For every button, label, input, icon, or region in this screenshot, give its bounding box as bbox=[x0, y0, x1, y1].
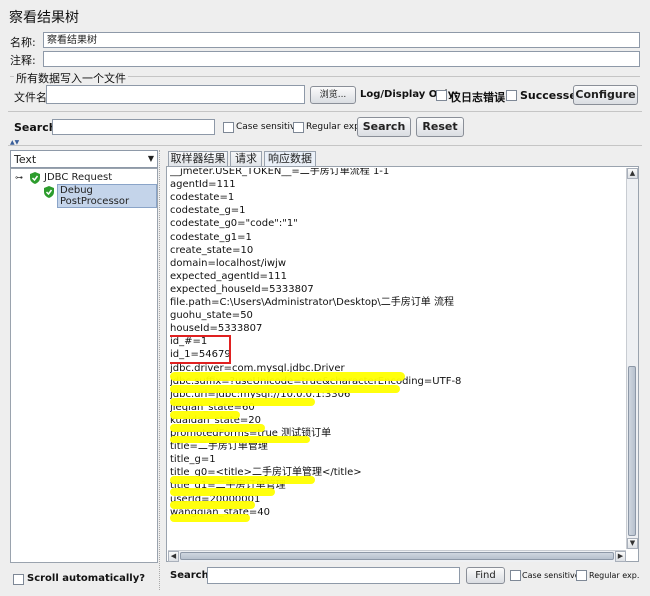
errors-only-label: 仅日志错误 bbox=[450, 91, 505, 104]
response-line: codestate=1 bbox=[170, 192, 235, 204]
redaction-mark bbox=[170, 488, 275, 496]
redaction-mark bbox=[170, 501, 255, 509]
redaction-mark bbox=[170, 372, 405, 381]
annotation-box bbox=[170, 335, 231, 364]
comment-field[interactable] bbox=[43, 51, 640, 67]
renderer-select-value: Text bbox=[14, 153, 37, 166]
response-line: agentId=111 bbox=[170, 179, 236, 191]
redaction-mark bbox=[170, 476, 315, 484]
response-line: codestate_g1=1 bbox=[170, 231, 252, 243]
response-line: codestate_g=1 bbox=[170, 205, 246, 217]
vertical-scrollbar[interactable]: ▲ ▼ bbox=[626, 168, 638, 549]
tree-item-debug-postprocessor[interactable]: Debug PostProcessor bbox=[57, 184, 157, 208]
comment-label: 注释: bbox=[10, 54, 36, 67]
redaction-mark bbox=[170, 424, 265, 432]
response-line: title_g=1 bbox=[170, 454, 216, 466]
renderer-select[interactable]: Text ▼ bbox=[10, 150, 158, 168]
tab-sampler-result[interactable]: 取样器结果 bbox=[168, 151, 228, 167]
section-divider bbox=[8, 111, 642, 112]
redaction-mark bbox=[170, 514, 250, 522]
scroll-right-icon[interactable]: ▶ bbox=[615, 551, 626, 562]
redaction-mark bbox=[170, 398, 315, 406]
split-pane-divider[interactable] bbox=[159, 150, 164, 590]
response-line: domain=localhost/iwjw bbox=[170, 257, 287, 269]
scroll-auto-checkbox[interactable] bbox=[13, 574, 24, 585]
redaction-mark bbox=[170, 385, 400, 393]
name-label: 名称: bbox=[10, 36, 36, 49]
configure-button[interactable]: Configure bbox=[573, 85, 638, 105]
bottom-case-sensitive-checkbox[interactable] bbox=[510, 570, 521, 581]
response-data-area[interactable]: __jmeter.USER_TOKEN__=二手房订单流程 1-1 agentId… bbox=[170, 168, 625, 548]
response-line: file.path=C:\Users\Administrator\Desktop… bbox=[170, 297, 454, 308]
filename-label: 文件名 bbox=[14, 91, 47, 104]
response-line: __jmeter.USER_TOKEN__=二手房订单流程 1-1 bbox=[170, 168, 390, 177]
bottom-regexp-checkbox[interactable] bbox=[576, 570, 587, 581]
horizontal-scroll-thumb[interactable] bbox=[180, 552, 614, 560]
reset-button[interactable]: Reset bbox=[416, 117, 464, 137]
redaction-mark bbox=[170, 411, 240, 419]
redaction-mark bbox=[170, 436, 310, 443]
tab-request[interactable]: 请求 bbox=[230, 151, 262, 167]
tree-expand-icon[interactable]: ⊶ bbox=[15, 173, 23, 182]
find-button[interactable]: Find bbox=[466, 567, 505, 584]
bottom-case-sensitive-label: Case sensitive bbox=[522, 571, 580, 580]
file-section-title: 所有数据写入一个文件 bbox=[14, 70, 128, 86]
tab-response-data[interactable]: 响应数据 bbox=[264, 151, 316, 167]
response-line: guohu_state=50 bbox=[170, 310, 253, 322]
case-sensitive-checkbox[interactable] bbox=[223, 122, 234, 133]
scroll-down-icon[interactable]: ▼ bbox=[627, 538, 638, 549]
search-button[interactable]: Search bbox=[357, 117, 411, 137]
scroll-left-icon[interactable]: ◀ bbox=[168, 551, 179, 562]
response-line: expected_agentId=111 bbox=[170, 270, 287, 282]
response-line: expected_houseId=5333807 bbox=[170, 283, 314, 295]
scroll-up-icon[interactable]: ▲ bbox=[627, 168, 638, 179]
response-line: create_state=10 bbox=[170, 244, 254, 256]
name-field[interactable]: 察看结果树 bbox=[43, 32, 640, 48]
case-sensitive-label: Case sensitive bbox=[236, 122, 301, 132]
result-tree: ⊶ JDBC Request Debug PostProcessor bbox=[10, 168, 158, 563]
success-shield-icon bbox=[30, 172, 40, 184]
bottom-search-input[interactable] bbox=[207, 567, 460, 584]
regexp-checkbox[interactable] bbox=[293, 122, 304, 133]
horizontal-scrollbar[interactable]: ◀ ▶ bbox=[168, 550, 626, 562]
response-line: codestate_g0="code":"1" bbox=[170, 218, 298, 230]
vertical-scroll-thumb[interactable] bbox=[628, 366, 636, 536]
response-line: houseId=5333807 bbox=[170, 323, 263, 335]
browse-button[interactable]: 浏览... bbox=[310, 86, 356, 104]
successes-checkbox[interactable] bbox=[506, 90, 517, 101]
bottom-regexp-label: Regular exp. bbox=[589, 571, 640, 580]
tree-item-jdbc-request[interactable]: JDBC Request bbox=[44, 172, 112, 183]
window-title: 察看结果树 bbox=[9, 10, 79, 26]
regexp-label: Regular exp. bbox=[306, 122, 363, 132]
success-shield-icon bbox=[44, 186, 54, 198]
split-divider bbox=[8, 145, 642, 146]
search-input[interactable] bbox=[52, 119, 215, 135]
errors-only-checkbox[interactable] bbox=[436, 90, 447, 101]
scroll-auto-label: Scroll automatically? bbox=[27, 573, 146, 584]
chevron-down-icon: ▼ bbox=[147, 154, 154, 163]
filename-input[interactable] bbox=[46, 85, 305, 104]
